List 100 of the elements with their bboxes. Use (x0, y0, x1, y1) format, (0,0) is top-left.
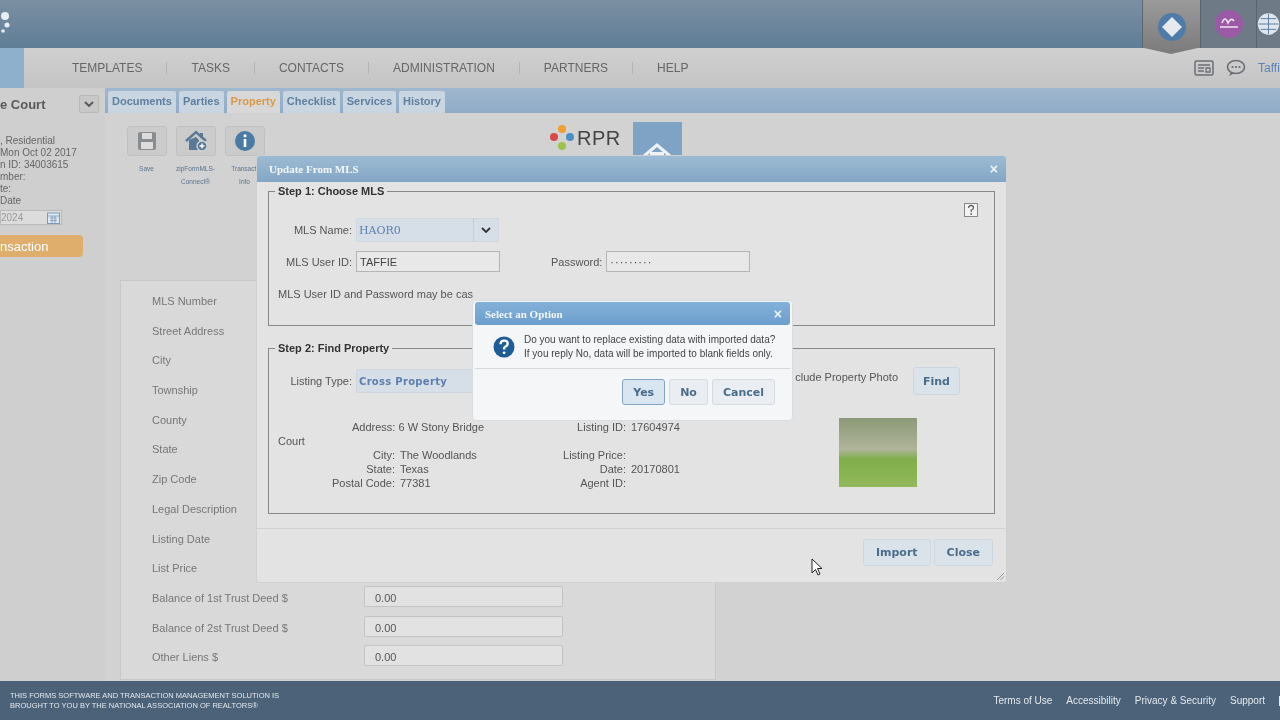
footer-link[interactable]: Privacy & Security (1134, 695, 1216, 706)
save-button[interactable] (126, 126, 167, 156)
field-label: Password: (551, 255, 604, 268)
input-field[interactable]: 0.00 (364, 615, 563, 637)
step-heading: Step 1: Choose MLS (277, 185, 386, 197)
result-value: 77381 (400, 476, 432, 490)
info-icon (233, 130, 256, 152)
house-plus-button[interactable] (175, 126, 216, 156)
diamond-app-icon (1156, 12, 1187, 42)
password-input[interactable]: ········· (606, 251, 751, 272)
question-icon (493, 335, 515, 358)
result-label: State: (365, 462, 395, 476)
help-icon[interactable] (964, 203, 978, 217)
dialog-button[interactable]: Cancel (711, 379, 775, 405)
resize-grip-icon[interactable] (996, 572, 1005, 581)
close-dialog-button[interactable]: Close (933, 539, 993, 566)
house-tile-button[interactable] (632, 122, 682, 158)
find-button[interactable]: Find (913, 367, 960, 395)
footer-link[interactable]: Terms of Use (993, 695, 1053, 706)
field-label: City (152, 354, 171, 367)
dialog-title: Select an Option (485, 307, 563, 320)
field-label: Balance of 2st Trust Deed $ (152, 621, 288, 634)
transaction-detail: Mon Oct 02 2017 (0, 147, 78, 159)
transaction-detail: , Residential (0, 135, 57, 147)
news-icon[interactable] (1194, 60, 1214, 76)
step-heading: Step 2: Find Property (277, 342, 391, 354)
result-label: Listing Price: (562, 448, 626, 462)
result-label: Postal Code: (331, 476, 395, 490)
nav-menu-item[interactable]: PARTNERS (519, 61, 633, 75)
tab[interactable]: Checklist (282, 91, 340, 113)
field-label: Street Address (152, 324, 225, 337)
field-label: Listing Type: (289, 375, 353, 387)
logo-icon (0, 10, 12, 36)
field-label: List Price (152, 562, 198, 575)
rpr-logo-text: RPR (577, 126, 621, 150)
result-value: 20170801 (631, 462, 681, 476)
house-plus-icon (184, 130, 207, 152)
field-label: Other Liens $ (152, 651, 219, 664)
result-label: City: (372, 448, 395, 462)
transaction-detail: te: (0, 183, 13, 195)
checkbox-label: clude Property Photo (795, 371, 898, 383)
user-id-input[interactable]: TAFFIE (356, 251, 500, 272)
footer-link[interactable]: Support (1229, 695, 1265, 706)
tab[interactable]: History (399, 91, 445, 113)
field-label: Legal Description (152, 502, 237, 515)
transaction-detail: n ID: 34003615 (0, 159, 70, 171)
calendar-icon[interactable] (47, 211, 60, 224)
chevron-down-icon (481, 226, 491, 234)
tab[interactable]: Services (342, 91, 397, 113)
app-switcher-tab[interactable] (1142, 0, 1200, 54)
field-label: Listing Date (152, 532, 211, 545)
transaction-detail: mber: (0, 171, 27, 183)
result-value: 17604974 (631, 420, 681, 434)
result-label: Agent ID: (579, 476, 626, 490)
field-label: MLS Name: (292, 224, 353, 236)
address-text: Address: 6 W Stony Bridge Court (278, 420, 486, 448)
close-button[interactable]: × (989, 162, 998, 176)
save-icon (135, 130, 158, 152)
result-value: Texas (400, 462, 430, 476)
app-switcher-tab[interactable] (1200, 0, 1256, 48)
field-label: MLS Number (152, 295, 217, 307)
input-field[interactable]: 0.00 (364, 645, 563, 667)
dialog-title: Update From MLS (269, 163, 359, 175)
app-switcher-tab[interactable] (1256, 0, 1280, 48)
field-label: County (152, 413, 187, 426)
credentials-note: MLS User ID and Password may be cas (278, 288, 473, 300)
field-label: State (152, 443, 178, 456)
dialog-button[interactable]: Yes (622, 379, 666, 405)
field-label: MLS User ID: (285, 255, 353, 268)
import-button[interactable]: Import (862, 539, 931, 566)
signature-app-icon (1213, 9, 1244, 39)
result-value: The Woodlands (400, 448, 478, 462)
transaction-action-button[interactable]: nsaction (0, 235, 83, 257)
user-name-link[interactable]: Taffi (1258, 61, 1280, 75)
field-label: Balance of 1st Trust Deed $ (152, 591, 288, 604)
result-label: Date: (598, 462, 626, 476)
info-button[interactable] (224, 126, 265, 156)
field-label: Zip Code (152, 473, 197, 486)
rpr-logo-icon (549, 124, 575, 152)
nav-menu-item[interactable]: CONTACTS (254, 61, 369, 75)
close-button[interactable]: × (773, 306, 782, 321)
mls-name-select[interactable]: HAOR0 (356, 218, 499, 242)
mouse-pointer-icon (811, 558, 823, 576)
transaction-title: e Court (0, 96, 46, 112)
date-field[interactable]: 2024 (0, 210, 62, 225)
dialog-message: Do you want to replace existing data with imported data? If you reply No, data will be imported to blank fields only. (524, 333, 776, 360)
tab[interactable]: Parties (178, 91, 224, 113)
chat-icon[interactable] (1226, 59, 1246, 77)
nav-menu-item[interactable]: HELP (633, 61, 713, 75)
nav-menu-item[interactable]: ADMINISTRATION (369, 61, 519, 75)
input-field[interactable]: 0.00 (364, 585, 563, 607)
dropdown-button[interactable] (79, 95, 99, 113)
result-label: Listing ID: (576, 420, 626, 434)
nav-menu-item[interactable]: TEMPLATES (48, 61, 167, 75)
nav-menu-item[interactable]: TASKS (167, 61, 254, 75)
footer-link[interactable]: Accessibility (1066, 695, 1121, 706)
tab[interactable]: Documents (108, 91, 176, 113)
dialog-button[interactable]: No (669, 379, 708, 405)
field-label: Township (152, 384, 198, 397)
transaction-detail: Date (0, 195, 23, 207)
